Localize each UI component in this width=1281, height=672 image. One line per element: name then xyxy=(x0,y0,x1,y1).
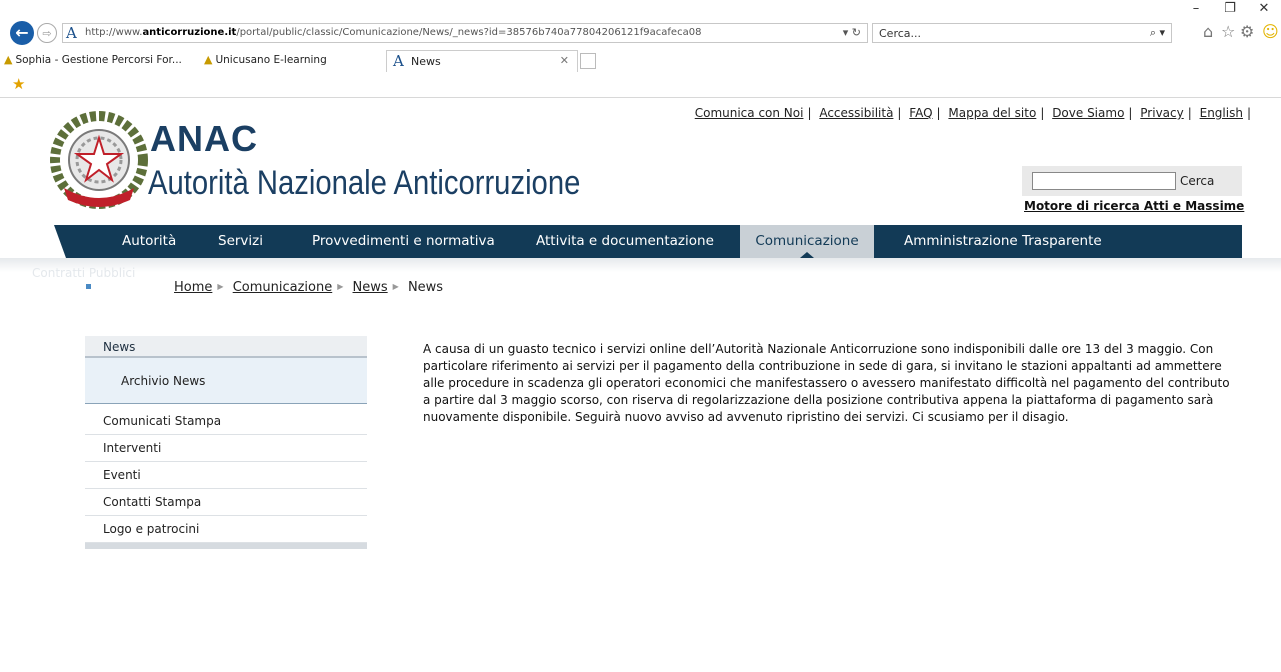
site-search-button[interactable]: Cerca xyxy=(1180,174,1214,188)
breadcrumb-news[interactable]: News xyxy=(353,280,388,295)
gear-icon[interactable]: ⚙ xyxy=(1240,22,1254,41)
breadcrumb-arrow-icon: ▶ xyxy=(392,282,399,291)
sidebar-item-archivio-news[interactable]: Archivio News xyxy=(85,358,367,404)
add-favorite-icon[interactable]: ★ xyxy=(12,75,25,93)
link-privacy[interactable]: Privacy xyxy=(1140,106,1183,120)
sidebar-item-comunicati-stampa[interactable]: Comunicati Stampa xyxy=(85,408,367,435)
address-url[interactable]: http://www.anticorruzione.it/portal/publ… xyxy=(85,27,701,38)
home-icon[interactable]: ⌂ xyxy=(1203,22,1213,41)
tab-label: News xyxy=(411,55,441,68)
site-search: Cerca xyxy=(1022,166,1242,196)
ghost-menu-text: Contratti Pubblici xyxy=(32,266,136,280)
address-bar[interactable]: A http://www.anticorruzione.it/portal/pu… xyxy=(62,23,868,43)
warning-icon: ▲ xyxy=(204,53,213,66)
sidebar-menu: News Archivio News Comunicati Stampa Int… xyxy=(85,336,367,549)
site-favicon-icon: A xyxy=(66,24,77,42)
site-search-input[interactable] xyxy=(1032,172,1176,190)
site-title[interactable]: ANAC xyxy=(150,118,258,160)
browser-search-placeholder[interactable]: Cerca... xyxy=(879,27,921,40)
link-dove-siamo[interactable]: Dove Siamo xyxy=(1052,106,1124,120)
nav-comunicazione-label: Comunicazione xyxy=(755,233,859,249)
sidebar-item-eventi[interactable]: Eventi xyxy=(85,462,367,489)
article-body: A causa di un guasto tecnico i servizi o… xyxy=(423,342,1230,424)
browser-search-box[interactable]: Cerca... ⌕ ▾ xyxy=(872,23,1172,43)
close-icon[interactable]: ✕ xyxy=(1247,0,1281,20)
sidebar-item-interventi[interactable]: Interventi xyxy=(85,435,367,462)
favorite-link-unicusano[interactable]: ▲ Unicusano E-learning xyxy=(204,50,327,70)
link-accessibilita[interactable]: Accessibilità xyxy=(819,106,893,120)
site-subtitle[interactable]: Autorità Nazionale Anticorruzione xyxy=(148,164,580,203)
search-caption-link[interactable]: Motore di ricerca Atti e Massime xyxy=(1024,199,1244,213)
tab-strip: ▲ Sophia - Gestione Percorsi For... ▲ Unic… xyxy=(0,50,1281,72)
breadcrumb-comunicazione[interactable]: Comunicazione xyxy=(233,280,333,295)
smiley-icon[interactable]: ☺ xyxy=(1262,22,1279,41)
restore-icon[interactable]: ❐ xyxy=(1213,0,1247,20)
breadcrumb-arrow-icon: ▶ xyxy=(217,282,224,291)
back-button[interactable]: ← xyxy=(10,21,34,45)
minimize-icon[interactable]: – xyxy=(1179,0,1213,20)
favorite-link-sophia[interactable]: ▲ Sophia - Gestione Percorsi For... xyxy=(4,50,182,70)
breadcrumb-current: News xyxy=(407,280,444,295)
tab-close-icon[interactable]: ✕ xyxy=(560,54,569,67)
link-faq[interactable]: FAQ xyxy=(909,106,932,120)
nav-shadow xyxy=(0,258,1281,272)
sidebar-item-news[interactable]: News xyxy=(85,336,367,358)
browser-chrome: – ❐ ✕ ← ⇨ A http://www.anticorruzione.it… xyxy=(0,0,1281,98)
link-mappa-del-sito[interactable]: Mappa del sito xyxy=(948,106,1036,120)
sidebar-footer-bar xyxy=(85,543,367,549)
new-tab-button[interactable] xyxy=(580,53,596,69)
favorites-bar: ★ xyxy=(0,72,1281,98)
utility-links: Comunica con Noi | Accessibilità | FAQ | Ma… xyxy=(694,106,1251,120)
window-controls: – ❐ ✕ xyxy=(1179,0,1281,20)
nav-amministrazione-trasparente[interactable]: Amministrazione Trasparente xyxy=(904,225,1102,258)
nav-attivita[interactable]: Attivita e documentazione xyxy=(536,225,714,258)
sidebar-item-logo-e-patrocini[interactable]: Logo e patrocini xyxy=(85,516,367,543)
italian-emblem-logo xyxy=(50,111,148,209)
link-comunica-con-noi[interactable]: Comunica con Noi xyxy=(695,106,804,120)
breadcrumb-home[interactable]: Home xyxy=(174,280,212,295)
link-english[interactable]: English xyxy=(1200,106,1243,120)
warning-icon: ▲ xyxy=(4,53,13,66)
refresh-icon[interactable]: ▾ ↻ xyxy=(843,26,861,39)
breadcrumb: Home ▶ Comunicazione ▶ News ▶ News xyxy=(174,280,443,295)
sidebar-item-contatti-stampa[interactable]: Contatti Stampa xyxy=(85,489,367,516)
favorites-star-icon[interactable]: ☆ xyxy=(1221,22,1235,41)
nav-comunicazione[interactable]: Comunicazione xyxy=(740,225,874,258)
nav-autorita[interactable]: Autorità xyxy=(122,225,176,258)
search-icon[interactable]: ⌕ ▾ xyxy=(1150,26,1165,40)
site-favicon-icon: A xyxy=(393,52,404,70)
main-navigation: Autorità Servizi Provvedimenti e normati… xyxy=(54,225,1242,258)
forward-button[interactable]: ⇨ xyxy=(37,23,57,43)
bullet-icon xyxy=(86,284,91,289)
nav-servizi[interactable]: Servizi xyxy=(218,225,263,258)
tab-news[interactable]: A News ✕ xyxy=(386,50,578,72)
breadcrumb-arrow-icon: ▶ xyxy=(337,282,344,291)
nav-provvedimenti[interactable]: Provvedimenti e normativa xyxy=(312,225,495,258)
